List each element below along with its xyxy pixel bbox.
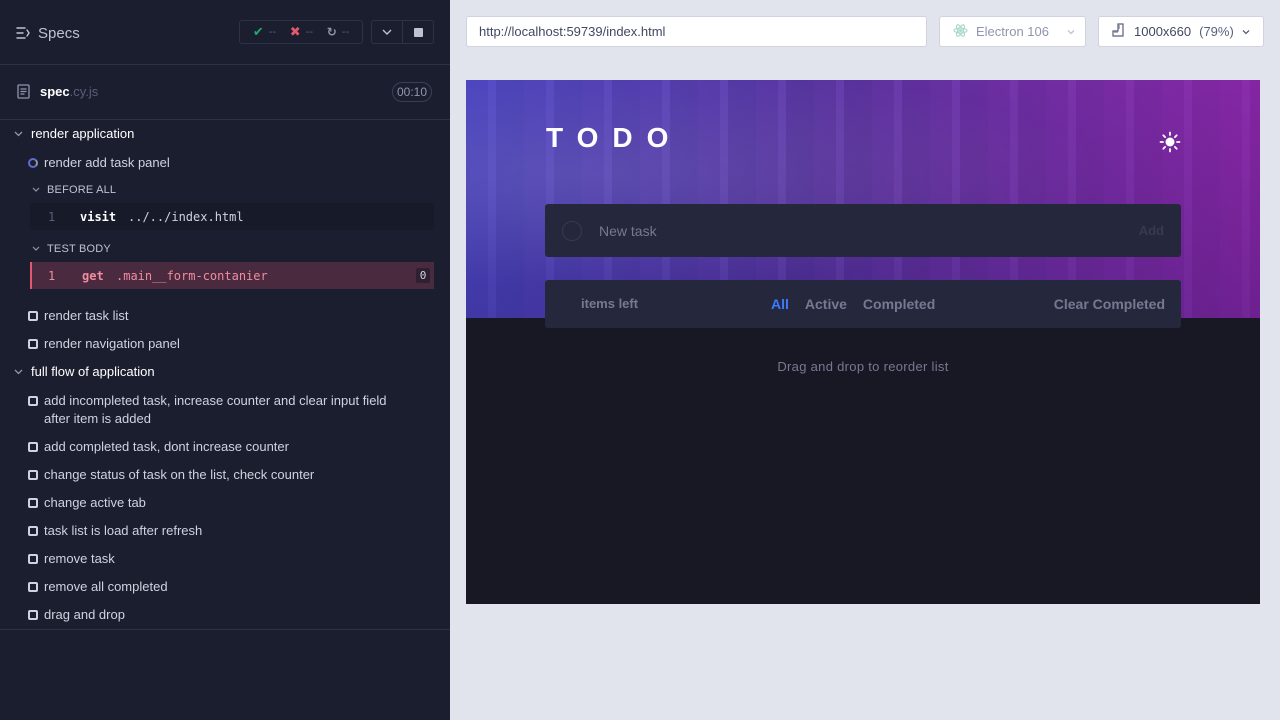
- specs-toggle-button[interactable]: Specs: [16, 22, 80, 44]
- pending-icon: [28, 470, 38, 480]
- chevron-down-icon: [14, 369, 23, 375]
- pending-icon: [28, 554, 38, 564]
- test-add-incompleted-task[interactable]: add incompleted task, increase counter a…: [28, 392, 428, 428]
- run-controls: [371, 20, 434, 44]
- electron-icon: [953, 23, 968, 41]
- cross-icon: ✖: [289, 24, 301, 39]
- pending-icon: [28, 498, 38, 508]
- reporter-panel: Specs ✔ -- ✖ -- ↻ -- spec.cy.js 00:10 rende…: [0, 0, 450, 720]
- app-title: TODO: [546, 122, 683, 153]
- command-message: .main__form-contanier: [116, 268, 268, 283]
- divider: [0, 629, 450, 630]
- add-task-button[interactable]: Add: [1139, 223, 1164, 238]
- test-render-add-task-panel[interactable]: render add task panel: [28, 154, 428, 172]
- viewport-scale: (79%): [1199, 24, 1234, 39]
- spec-filename[interactable]: spec.cy.js: [40, 84, 98, 99]
- menu-icon: [16, 27, 30, 39]
- pending-icon: [28, 526, 38, 536]
- app-preview: TODO Add items left All Active Completed…: [466, 80, 1260, 604]
- element-count-badge: 0: [416, 268, 430, 283]
- test-drag-and-drop[interactable]: drag and drop: [28, 606, 428, 624]
- specs-label: Specs: [38, 24, 80, 42]
- chevron-down-icon: [1067, 29, 1075, 34]
- command-number: 1: [48, 209, 56, 224]
- test-render-navigation-panel[interactable]: render navigation panel: [28, 335, 428, 353]
- browser-selector[interactable]: Electron 106: [939, 16, 1086, 47]
- test-load-after-refresh[interactable]: task list is load after refresh: [28, 522, 428, 540]
- url-text: http://localhost:59739/index.html: [479, 24, 666, 39]
- browser-label: Electron 106: [976, 24, 1049, 39]
- pending-icon: [28, 610, 38, 620]
- reporter-header: Specs ✔ -- ✖ -- ↻ --: [0, 0, 450, 65]
- filter-tabs: All Active Completed: [771, 296, 935, 312]
- hook-title: BEFORE ALL: [47, 184, 117, 196]
- test-change-status[interactable]: change status of task on the list, check…: [28, 466, 428, 484]
- document-icon: [17, 84, 30, 104]
- viewport-selector[interactable]: 1000x660 (79%): [1098, 16, 1264, 47]
- chevron-down-icon: [32, 187, 40, 192]
- suite-title: render application: [31, 126, 135, 141]
- drag-hint-text: Drag and drop to reorder list: [777, 359, 949, 374]
- command-row-active[interactable]: 1 get .main__form-contanier 0: [30, 262, 434, 289]
- pending-icon: [28, 396, 38, 406]
- command-message: ../../index.html: [128, 209, 244, 224]
- viewport-size: 1000x660: [1134, 24, 1192, 39]
- hook-title: TEST BODY: [47, 243, 111, 255]
- failed-stat: ✖ --: [289, 24, 314, 39]
- command-name: get: [82, 268, 104, 283]
- ruler-icon: [1112, 23, 1126, 40]
- tab-all[interactable]: All: [771, 296, 789, 312]
- items-left-counter: items left: [581, 296, 639, 311]
- clear-completed-button[interactable]: Clear Completed: [1054, 296, 1165, 312]
- pending-icon: [28, 311, 38, 321]
- chevron-down-icon: [1242, 29, 1250, 34]
- sun-icon[interactable]: [1159, 131, 1181, 153]
- running-spinner-icon: [28, 158, 38, 168]
- pending-icon: [28, 442, 38, 452]
- test-change-active-tab[interactable]: change active tab: [28, 494, 428, 512]
- duration-badge: 00:10: [392, 82, 432, 102]
- test-stats: ✔ -- ✖ -- ↻ --: [239, 20, 363, 44]
- command-name: visit: [80, 209, 117, 224]
- chevron-down-icon: [32, 246, 40, 251]
- spinner-icon: ↻: [326, 25, 337, 39]
- test-render-task-list[interactable]: render task list: [28, 307, 428, 325]
- pending-icon: [28, 582, 38, 592]
- passed-stat: ✔ --: [252, 24, 277, 39]
- pending-stat: ↻ --: [326, 25, 350, 39]
- collapse-all-button[interactable]: [372, 21, 402, 43]
- check-icon: ✔: [252, 24, 264, 39]
- url-input[interactable]: http://localhost:59739/index.html: [466, 16, 927, 47]
- suite-title: full flow of application: [31, 364, 155, 379]
- test-remove-task[interactable]: remove task: [28, 550, 428, 568]
- command-row[interactable]: 1 visit ../../index.html: [30, 203, 434, 230]
- command-number: 1: [48, 268, 56, 283]
- chevron-down-icon: [14, 131, 23, 137]
- pending-icon: [28, 339, 38, 349]
- stop-button[interactable]: [402, 21, 433, 43]
- task-footer-bar: items left All Active Completed Clear Co…: [545, 280, 1181, 328]
- new-task-input[interactable]: [599, 222, 1139, 239]
- spec-header: spec.cy.js 00:10: [0, 65, 450, 120]
- stop-icon: [413, 27, 423, 37]
- new-task-form: Add: [545, 204, 1181, 257]
- tab-active[interactable]: Active: [805, 296, 847, 312]
- test-remove-all-completed[interactable]: remove all completed: [28, 578, 428, 596]
- complete-toggle-circle[interactable]: [562, 220, 582, 241]
- chevron-down-icon: [382, 29, 392, 35]
- tab-completed[interactable]: Completed: [863, 296, 935, 312]
- test-add-completed-task[interactable]: add completed task, dont increase counte…: [28, 438, 428, 456]
